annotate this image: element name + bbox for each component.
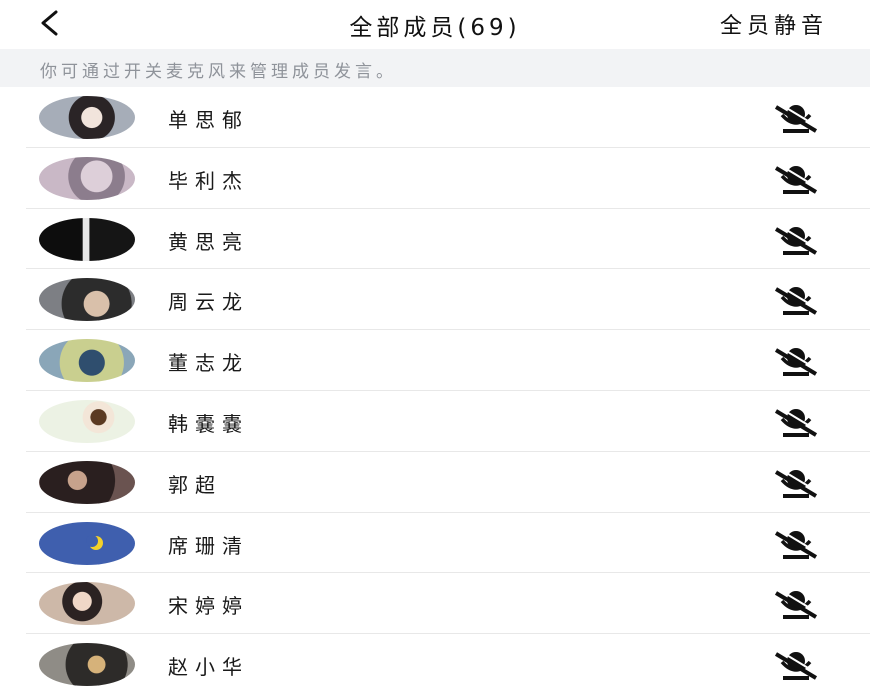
member-name: 席珊清 (168, 533, 249, 558)
notice-bar: 你可通过开关麦克风来管理成员发言。 (0, 49, 870, 87)
member-row: 赵小华 (0, 634, 870, 695)
mic-muted-icon (774, 589, 819, 620)
mic-toggle-button[interactable] (770, 527, 822, 561)
mic-toggle-button[interactable] (770, 344, 822, 378)
avatar (39, 643, 135, 687)
top-bar: 全部成员(69) 全员静音 (0, 0, 870, 48)
mic-toggle-button[interactable] (770, 283, 822, 317)
member-row: 宋婷婷 (0, 573, 870, 634)
member-name: 郭超 (168, 472, 222, 497)
member-row: 董志龙 (0, 330, 870, 391)
mic-toggle-button[interactable] (770, 648, 822, 682)
member-row: 黄思亮 (0, 209, 870, 270)
mic-toggle-button[interactable] (770, 162, 822, 196)
member-row: 周云龙 (0, 269, 870, 330)
member-list: 单思郁 毕利杰 黄思亮 周云龙 董志龙 韩嚢嚢 郭超 席珊清 宋婷婷 赵小华 (0, 87, 870, 695)
mic-muted-icon (774, 224, 819, 255)
mic-muted-icon (774, 346, 819, 377)
avatar (39, 96, 135, 139)
mic-muted-icon (774, 163, 819, 194)
avatar (39, 521, 135, 565)
member-name: 韩嚢嚢 (168, 411, 249, 436)
avatar (39, 399, 135, 443)
mic-toggle-button[interactable] (770, 223, 822, 257)
mic-muted-icon (774, 467, 819, 498)
member-row: 韩嚢嚢 (0, 391, 870, 452)
mic-muted-icon (774, 103, 819, 133)
avatar (39, 582, 135, 626)
mic-toggle-button[interactable] (770, 466, 822, 500)
mic-muted-icon (774, 285, 819, 316)
mic-muted-icon (774, 528, 819, 559)
mic-toggle-button[interactable] (770, 587, 822, 621)
member-row: 单思郁 (0, 87, 870, 148)
mic-muted-icon (774, 407, 819, 437)
avatar (39, 217, 135, 261)
mute-all-button[interactable]: 全员静音 (720, 8, 828, 40)
member-name: 宋婷婷 (168, 594, 249, 619)
member-row: 席珊清 (0, 513, 870, 574)
mic-toggle-button[interactable] (770, 101, 822, 135)
avatar (39, 460, 135, 504)
mic-toggle-button[interactable] (770, 405, 822, 439)
notice-text: 你可通过开关麦克风来管理成员发言。 (40, 62, 397, 82)
moon-icon (86, 534, 103, 550)
member-name: 赵小华 (168, 655, 249, 680)
member-row: 毕利杰 (0, 148, 870, 209)
avatar (39, 156, 135, 200)
avatar (39, 278, 135, 322)
member-name: 周云龙 (168, 290, 249, 315)
mic-muted-icon (774, 650, 819, 681)
avatar (39, 339, 135, 383)
member-row: 郭超 (0, 452, 870, 513)
member-name: 毕利杰 (168, 168, 249, 193)
member-name: 董志龙 (168, 351, 249, 376)
member-name: 单思郁 (168, 108, 249, 132)
member-name: 黄思亮 (168, 229, 249, 254)
